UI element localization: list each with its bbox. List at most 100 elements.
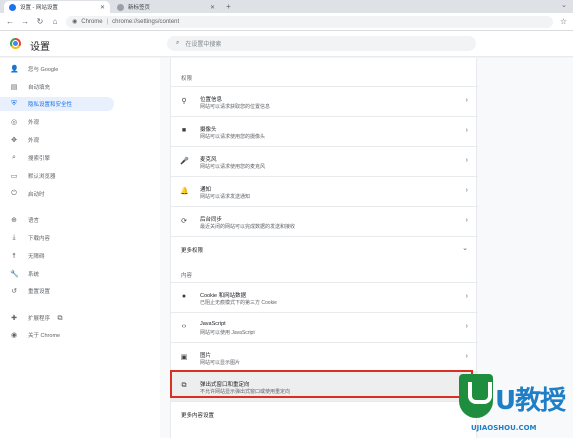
tab-search-chevron-icon[interactable]: ⌄ bbox=[561, 1, 567, 9]
address-bar[interactable]: ◉ Chrome | chrome://settings/content bbox=[66, 15, 553, 28]
permission-row-microphone[interactable]: 🎤 麦克风 网站可以请求使用您的麦克风 › bbox=[171, 146, 478, 176]
sidebar-item-downloads[interactable]: ⤓ 下载内容 bbox=[0, 231, 114, 245]
globe-icon: ⊕ bbox=[11, 217, 17, 224]
search-icon: ⌕ bbox=[176, 40, 180, 46]
row-title: 摄像头 bbox=[200, 127, 217, 133]
permission-row-background-sync[interactable]: ⟳ 后台同步 最近关闭的网站可以完成数据的发送和接收 › bbox=[171, 206, 478, 236]
sidebar-item-extensions[interactable]: ✚ 扩展程序 ⧉ bbox=[0, 311, 114, 325]
chrome-logo-icon bbox=[10, 38, 21, 49]
code-icon: ‹› bbox=[181, 323, 187, 330]
sidebar-item-appearance-2[interactable]: ✥ 外观 bbox=[0, 133, 114, 147]
permission-row-camera[interactable]: ■ 摄像头 网站可以请求使用您的摄像头 › bbox=[171, 116, 478, 146]
sidebar-item-label: 关于 Chrome bbox=[28, 333, 61, 339]
url-text: chrome://settings/content bbox=[112, 18, 180, 25]
power-icon: ⏻ bbox=[11, 190, 17, 197]
permissions-heading: 权限 bbox=[181, 76, 193, 82]
sidebar-item-autofill[interactable]: ▤ 自动填充 bbox=[0, 80, 114, 94]
bookmark-star-icon[interactable]: ☆ bbox=[560, 17, 567, 26]
sidebar-item-label: 下载内容 bbox=[28, 236, 51, 242]
home-icon[interactable]: ⌂ bbox=[51, 17, 59, 26]
chevron-right-icon: › bbox=[465, 127, 468, 134]
sidebar-item-appearance[interactable]: ◎ 外观 bbox=[0, 115, 114, 129]
more-permissions-row[interactable]: 更多权限 ⌄ bbox=[171, 236, 478, 262]
extension-icon: ✚ bbox=[11, 315, 17, 322]
sidebar-item-about-chrome[interactable]: ◉ 关于 Chrome bbox=[0, 328, 114, 342]
content-row-javascript[interactable]: ‹› JavaScript 网站可以使用 JavaScript › bbox=[171, 312, 478, 342]
sidebar-item-accessibility[interactable]: ☨ 无障碍 bbox=[0, 249, 114, 263]
sidebar-item-label: 重置设置 bbox=[28, 289, 51, 295]
chevron-right-icon: › bbox=[465, 217, 468, 224]
camera-icon: ■ bbox=[181, 127, 187, 134]
page-title: 设置 bbox=[30, 42, 50, 53]
site-label: Chrome bbox=[81, 18, 103, 25]
close-tab-icon[interactable]: ✕ bbox=[210, 4, 215, 11]
tab-title: 新标签页 bbox=[128, 5, 151, 11]
row-title: 通知 bbox=[200, 187, 212, 193]
sidebar-item-system[interactable]: 🔧 系统 bbox=[0, 267, 114, 281]
row-title: JavaScript bbox=[200, 321, 226, 327]
browser-toolbar: ← → ↻ ⌂ ◉ Chrome | chrome://settings/con… bbox=[0, 13, 573, 31]
settings-search-input[interactable]: ⌕ 在设置中搜索 bbox=[167, 36, 476, 51]
chrome-site-icon: ◉ bbox=[72, 19, 78, 25]
permission-row-location[interactable]: ⚲ 位置信息 网站可以请求获取您的位置信息 › bbox=[171, 86, 478, 116]
sidebar-item-reset[interactable]: ↺ 重置设置 bbox=[0, 284, 114, 298]
row-description: 已阻止无痕模式下的第三方 Cookie bbox=[200, 300, 277, 306]
watermark-brand: U教授 bbox=[495, 386, 566, 416]
accessibility-icon: ☨ bbox=[12, 253, 16, 260]
close-tab-icon[interactable]: ✕ bbox=[100, 4, 105, 11]
sidebar-item-label: 搜索引擎 bbox=[28, 156, 51, 162]
row-description: 网站可以使用 JavaScript bbox=[200, 330, 255, 336]
reset-icon: ↺ bbox=[11, 288, 17, 295]
row-title: Cookie 和网站数据 bbox=[200, 293, 247, 299]
watermark-url: UJIAOSHOU.COM bbox=[471, 424, 537, 432]
content-row-cookies[interactable]: ● Cookie 和网站数据 已阻止无痕模式下的第三方 Cookie › bbox=[171, 282, 478, 312]
tab-new-tab[interactable]: 新标签页 ✕ bbox=[112, 1, 220, 13]
sidebar-item-search-engine[interactable]: ⌕ 搜索引擎 bbox=[0, 151, 114, 165]
new-tab-plus-icon[interactable]: + bbox=[226, 2, 231, 11]
row-description: 网站可以请求发送通知 bbox=[200, 194, 251, 200]
sidebar-item-label: 默认浏览器 bbox=[28, 174, 56, 180]
sidebar-item-label: 语言 bbox=[28, 218, 40, 224]
sidebar-item-label: 外观 bbox=[28, 120, 40, 126]
mic-icon: 🎤 bbox=[180, 158, 189, 165]
forward-arrow-icon[interactable]: → bbox=[21, 17, 29, 26]
sidebar-item-on-startup[interactable]: ⏻ 启动时 bbox=[0, 187, 114, 201]
more-content-label: 更多内容设置 bbox=[181, 413, 215, 419]
sidebar-item-label: 扩展程序 bbox=[28, 315, 51, 322]
sidebar-item-label: 外观 bbox=[28, 138, 40, 144]
content-row-images[interactable]: ▣ 图片 网站可以显示图片 › bbox=[171, 342, 478, 372]
new-tab-favicon-icon bbox=[117, 3, 124, 11]
sidebar-item-label: 系统 bbox=[28, 272, 40, 278]
sidebar: 👤 您与 Google ▤ 自动填充 ⛨ 隐私设置和安全性 ◎ 外观 ✥ 外观 … bbox=[0, 58, 160, 438]
chrome-icon: ◉ bbox=[10, 332, 18, 339]
download-icon: ⤓ bbox=[12, 234, 16, 241]
chevron-right-icon: › bbox=[465, 293, 468, 300]
autofill-icon: ▤ bbox=[10, 84, 18, 91]
row-title: 图片 bbox=[200, 353, 212, 359]
chevron-down-icon: ⌄ bbox=[462, 245, 468, 252]
browser-icon: ▭ bbox=[10, 173, 18, 180]
sidebar-item-default-browser[interactable]: ▭ 默认浏览器 bbox=[0, 169, 114, 183]
row-description: 网站可以请求使用您的摄像头 bbox=[200, 134, 266, 140]
row-description: 最近关闭的网站可以完成数据的发送和接收 bbox=[200, 224, 296, 230]
bell-icon: 🔔 bbox=[180, 188, 189, 195]
chevron-right-icon: › bbox=[465, 353, 468, 360]
sidebar-item-you-and-google[interactable]: 👤 您与 Google bbox=[0, 62, 114, 76]
sidebar-item-languages[interactable]: ⊕ 语言 bbox=[0, 213, 114, 227]
chevron-right-icon: › bbox=[465, 187, 468, 194]
permission-row-notifications[interactable]: 🔔 通知 网站可以请求发送通知 › bbox=[171, 176, 478, 206]
more-content-settings-row[interactable]: 更多内容设置 bbox=[171, 401, 478, 427]
back-arrow-icon[interactable]: ← bbox=[6, 17, 14, 26]
wrench-icon: 🔧 bbox=[10, 271, 19, 278]
chevron-right-icon: › bbox=[465, 157, 468, 164]
shield-icon: ⛨ bbox=[11, 100, 17, 107]
row-title: 位置信息 bbox=[200, 97, 223, 103]
search-icon: ⌕ bbox=[12, 154, 16, 161]
search-placeholder: 在设置中搜索 bbox=[185, 42, 222, 48]
sidebar-item-privacy[interactable]: ⛨ 隐私设置和安全性 bbox=[0, 97, 114, 111]
sidebar-item-label: 无障碍 bbox=[28, 254, 45, 260]
tab-settings[interactable]: 设置 - 网站设置 ✕ bbox=[4, 1, 110, 13]
reload-icon[interactable]: ↻ bbox=[36, 17, 44, 26]
appearance-icon: ◎ bbox=[10, 119, 18, 126]
image-icon: ▣ bbox=[180, 354, 188, 361]
